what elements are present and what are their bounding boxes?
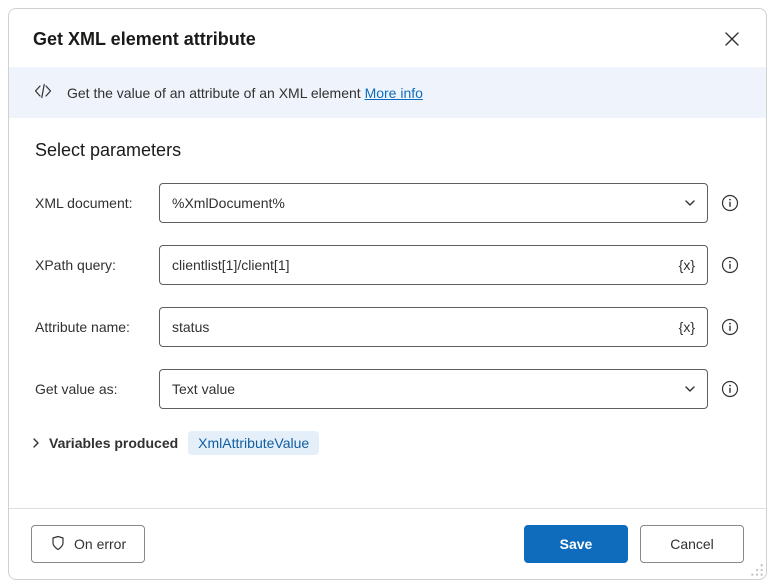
attribute-name-input[interactable]: status {x} (159, 307, 708, 347)
chevron-down-icon (683, 382, 697, 396)
field-value: status (172, 319, 677, 335)
chevron-right-icon (29, 436, 43, 450)
get-value-as-dropdown[interactable]: Text value (159, 369, 708, 409)
dialog-header: Get XML element attribute (9, 9, 766, 67)
banner-text: Get the value of an attribute of an XML … (67, 85, 423, 101)
xml-document-dropdown[interactable]: %XmlDocument% (159, 183, 708, 223)
param-row-get-value-as: Get value as: Text value (35, 369, 740, 409)
save-label: Save (560, 536, 593, 552)
field-value: Text value (172, 381, 683, 397)
save-button[interactable]: Save (524, 525, 628, 563)
info-icon[interactable] (720, 317, 740, 337)
code-icon (33, 81, 53, 104)
xpath-query-input[interactable]: clientlist[1]/client[1] {x} (159, 245, 708, 285)
banner-description: Get the value of an attribute of an XML … (67, 85, 361, 101)
param-label: XML document: (35, 195, 159, 211)
info-icon[interactable] (720, 379, 740, 399)
info-icon[interactable] (720, 193, 740, 213)
info-icon[interactable] (720, 255, 740, 275)
param-label: Attribute name: (35, 319, 159, 335)
variables-produced-label: Variables produced (49, 435, 178, 451)
cancel-button[interactable]: Cancel (640, 525, 744, 563)
variable-picker-icon[interactable]: {x} (677, 257, 697, 273)
field-value: %XmlDocument% (172, 195, 683, 211)
close-button[interactable] (718, 25, 746, 53)
on-error-button[interactable]: On error (31, 525, 145, 563)
dialog: Get XML element attribute Get the value … (8, 8, 767, 580)
dialog-content: Select parameters XML document: %XmlDocu… (9, 118, 766, 508)
on-error-label: On error (74, 536, 126, 552)
param-row-xpath-query: XPath query: clientlist[1]/client[1] {x} (35, 245, 740, 285)
variables-produced-expander[interactable]: Variables produced (29, 435, 178, 451)
field-value: clientlist[1]/client[1] (172, 257, 677, 273)
dialog-title: Get XML element attribute (33, 29, 256, 50)
dialog-footer: On error Save Cancel (9, 508, 766, 579)
shield-icon (50, 535, 66, 554)
close-icon (725, 32, 739, 46)
variables-produced-row: Variables produced XmlAttributeValue (29, 431, 740, 455)
param-label: Get value as: (35, 381, 159, 397)
variable-badge[interactable]: XmlAttributeValue (188, 431, 319, 455)
section-title: Select parameters (35, 140, 740, 161)
info-banner: Get the value of an attribute of an XML … (9, 67, 766, 118)
param-label: XPath query: (35, 257, 159, 273)
resize-grip-icon[interactable] (750, 563, 764, 577)
chevron-down-icon (683, 196, 697, 210)
cancel-label: Cancel (670, 536, 714, 552)
more-info-link[interactable]: More info (365, 85, 423, 101)
param-row-attribute-name: Attribute name: status {x} (35, 307, 740, 347)
variable-picker-icon[interactable]: {x} (677, 319, 697, 335)
param-row-xml-document: XML document: %XmlDocument% (35, 183, 740, 223)
